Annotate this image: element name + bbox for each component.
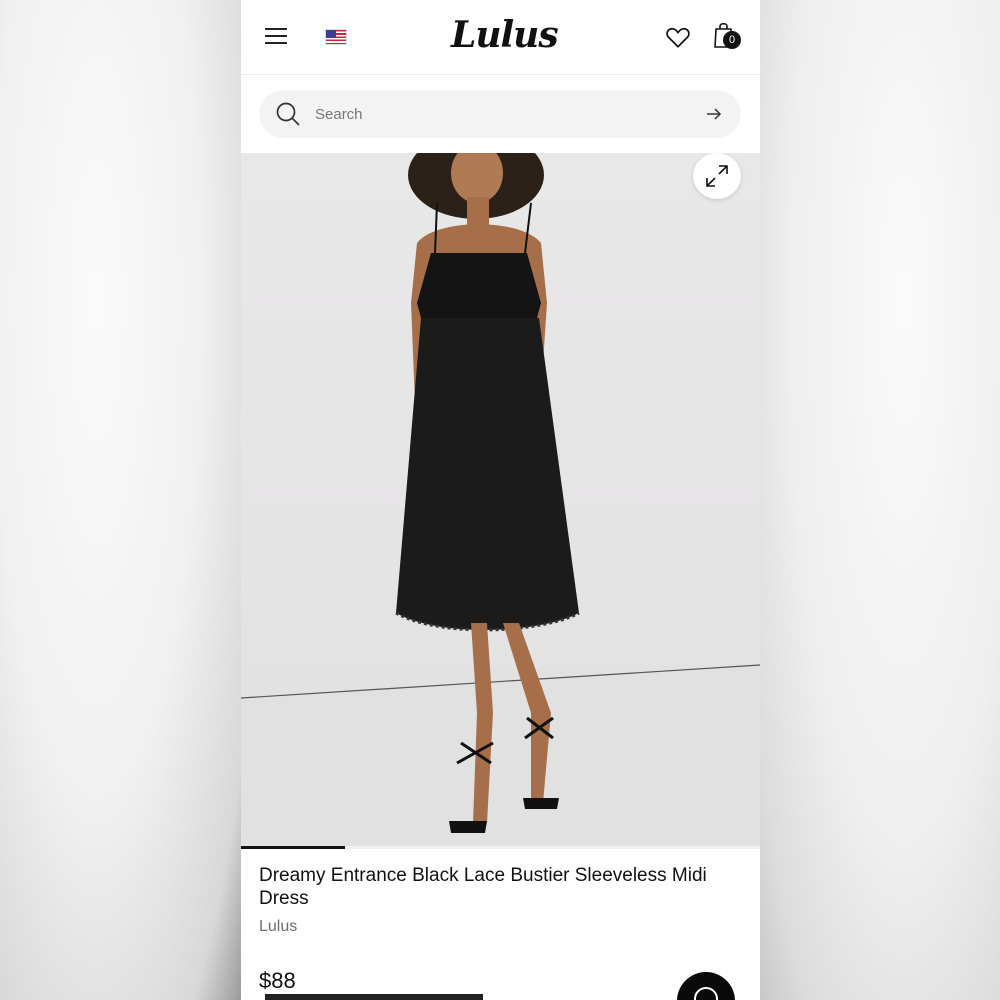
chat-button[interactable] — [677, 972, 735, 1000]
product-photo — [241, 153, 760, 848]
add-to-bag-bar[interactable] — [265, 994, 483, 1000]
image-carousel-progress-fill — [241, 846, 345, 849]
menu-bar-icon — [265, 28, 287, 30]
product-image[interactable] — [241, 153, 760, 848]
menu-bar-icon — [265, 35, 287, 37]
menu-bar-icon — [265, 42, 287, 44]
arrow-right-icon[interactable] — [705, 105, 723, 123]
product-brand[interactable]: Lulus — [259, 918, 297, 936]
us-flag-icon[interactable] — [325, 29, 347, 45]
wishlist-heart-icon[interactable] — [665, 24, 691, 50]
background-right — [760, 0, 1000, 1000]
cart-count-badge: 0 — [723, 31, 741, 49]
search-field[interactable] — [259, 90, 741, 138]
mobile-page: Lulus 0 Search Dreamy Entrance Black Lac… — [241, 0, 760, 1000]
site-header: Lulus 0 — [241, 0, 760, 75]
search-input[interactable] — [315, 103, 695, 125]
expand-image-button[interactable] — [693, 153, 741, 199]
image-carousel-progress — [241, 846, 760, 849]
background-left — [0, 0, 241, 1000]
search-bar-area — [241, 76, 760, 153]
menu-button[interactable] — [265, 26, 289, 46]
product-title: Dreamy Entrance Black Lace Bustier Sleev… — [259, 865, 707, 909]
search-icon — [276, 102, 300, 126]
product-price: $88 — [259, 968, 296, 993]
brand-logo[interactable]: Lulus — [451, 14, 559, 60]
expand-arrows-icon — [706, 165, 728, 187]
